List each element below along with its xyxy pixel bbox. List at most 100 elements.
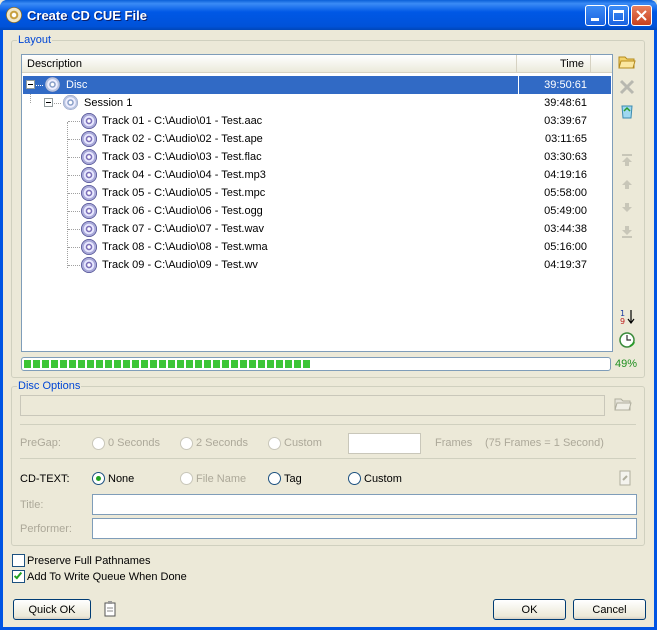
track-label: Track 09 - C:\Audio\09 - Test.wv [102, 259, 258, 271]
audio-track-icon [81, 149, 97, 165]
arrow-down-icon [622, 203, 632, 212]
maximize-button[interactable] [608, 5, 629, 26]
title-label: Title: [20, 499, 44, 511]
track-time: 04:19:16 [544, 169, 587, 181]
progress-percent: 49% [615, 358, 638, 370]
cdtext-none-radio[interactable] [92, 472, 105, 485]
disc-time: 39:50:61 [544, 79, 587, 91]
tree-row-disc[interactable]: Disc 39:50:61 [23, 76, 611, 94]
audio-track-icon [81, 113, 97, 129]
cdtext-filename-radio[interactable] [180, 472, 193, 485]
track-time: 03:44:38 [544, 223, 587, 235]
dialog-window: Create CD CUE File Layout Description Ti… [0, 0, 657, 630]
tree-row-track[interactable]: Track 01 - C:\Audio\01 - Test.aac 03:39:6… [23, 112, 611, 130]
track-time: 04:19:37 [544, 259, 587, 271]
title-input[interactable] [92, 494, 637, 515]
track-label: Track 08 - C:\Audio\08 - Test.wma [102, 241, 268, 253]
clock-refresh-icon [619, 332, 635, 348]
quick-ok-button[interactable]: Quick OK [13, 599, 91, 620]
disc-label: Disc [66, 79, 88, 91]
add-files-button[interactable] [618, 54, 638, 74]
title-bar[interactable]: Create CD CUE File [0, 0, 657, 30]
cdtext-tag-radio[interactable] [268, 472, 281, 485]
cancel-button[interactable]: Cancel [573, 599, 646, 620]
document-edit-icon [619, 470, 631, 486]
clipboard-button[interactable] [102, 600, 122, 620]
window-title: Create CD CUE File [27, 8, 147, 23]
performer-label: Performer: [20, 523, 72, 535]
cd-app-icon [6, 7, 22, 23]
disc-options-group-label: Disc Options [17, 380, 82, 392]
move-bottom-button[interactable] [618, 224, 638, 244]
track-label: Track 01 - C:\Audio\01 - Test.aac [102, 115, 263, 127]
session-icon [63, 95, 78, 110]
pregap-2-label: 2 Seconds [196, 437, 248, 449]
pregap-custom-radio[interactable] [268, 437, 281, 450]
folder-icon [614, 398, 632, 411]
session-label: Session 1 [84, 97, 133, 109]
tree-row-track[interactable]: Track 05 - C:\Audio\05 - Test.mpc 05:58:0… [23, 184, 611, 202]
move-top-button[interactable] [618, 152, 638, 172]
close-button[interactable] [631, 5, 652, 26]
move-down-button[interactable] [618, 200, 638, 220]
preserve-pathnames-checkbox[interactable] [12, 554, 25, 567]
track-time: 05:49:00 [544, 205, 587, 217]
track-label: Track 07 - C:\Audio\07 - Test.wav [102, 223, 265, 235]
move-up-button[interactable] [618, 176, 638, 196]
collapse-icon[interactable] [26, 80, 35, 89]
column-description[interactable]: Description [22, 55, 517, 73]
minimize-button[interactable] [585, 5, 606, 26]
tree-row-track[interactable]: Track 07 - C:\Audio\07 - Test.wav 03:44:3… [23, 220, 611, 238]
layout-tree[interactable]: Description Time Disc 39:50:61 Session 1… [21, 54, 613, 352]
ok-button[interactable]: OK [493, 599, 566, 620]
cue-path-field[interactable] [20, 395, 605, 416]
track-time: 05:58:00 [544, 187, 587, 199]
tree-row-track[interactable]: Track 08 - C:\Audio\08 - Test.wma 05:16:0… [23, 238, 611, 256]
arrow-up-icon [622, 180, 632, 189]
tree-row-session[interactable]: Session 1 39:48:61 [23, 94, 611, 112]
tree-row-track[interactable]: Track 03 - C:\Audio\03 - Test.flac 03:30:… [23, 148, 611, 166]
dialog-client: Layout Description Time Disc 39:50:61 Se [3, 30, 654, 627]
tree-row-track[interactable]: Track 02 - C:\Audio\02 - Test.ape 03:11:6… [23, 130, 611, 148]
tree-row-track[interactable]: Track 09 - C:\Audio\09 - Test.wv 04:19:37 [23, 256, 611, 274]
track-label: Track 06 - C:\Audio\06 - Test.ogg [102, 205, 263, 217]
track-label: Track 03 - C:\Audio\03 - Test.flac [102, 151, 262, 163]
column-time[interactable]: Time [518, 55, 591, 73]
track-label: Track 05 - C:\Audio\05 - Test.mpc [102, 187, 266, 199]
tree-row-track[interactable]: Track 06 - C:\Audio\06 - Test.ogg 05:49:0… [23, 202, 611, 220]
audio-track-icon [81, 131, 97, 147]
refresh-time-button[interactable] [618, 331, 638, 351]
arrow-bottom-icon [622, 226, 632, 238]
progress-fill [24, 360, 311, 368]
track-time: 03:11:65 [544, 133, 587, 145]
remove-button[interactable] [618, 78, 638, 98]
pregap-2-radio[interactable] [180, 437, 193, 450]
clear-button[interactable] [618, 102, 638, 122]
tree-row-track[interactable]: Track 04 - C:\Audio\04 - Test.mp3 04:19:1… [23, 166, 611, 184]
session-time: 39:48:61 [544, 97, 587, 109]
add-to-queue-checkbox[interactable] [12, 570, 25, 583]
preserve-pathnames-label: Preserve Full Pathnames [27, 555, 151, 567]
audio-track-icon [81, 257, 97, 273]
add-to-queue-label: Add To Write Queue When Done [27, 571, 187, 583]
track-label: Track 04 - C:\Audio\04 - Test.mp3 [102, 169, 266, 181]
sort-button[interactable]: 1 9 [618, 308, 638, 328]
browse-button[interactable] [614, 396, 634, 416]
collapse-icon[interactable] [44, 98, 53, 107]
arrow-top-icon [622, 154, 632, 166]
pregap-0-radio[interactable] [92, 437, 105, 450]
disc-icon [45, 77, 60, 92]
cdtext-edit-button[interactable] [617, 470, 637, 490]
audio-track-icon [81, 239, 97, 255]
audio-track-icon [81, 221, 97, 237]
open-folder-icon [618, 56, 636, 69]
svg-text:9: 9 [620, 317, 625, 326]
close-icon [636, 10, 647, 21]
layout-group-label: Layout [17, 34, 53, 46]
track-time: 05:16:00 [544, 241, 587, 253]
performer-input[interactable] [92, 518, 637, 539]
cdtext-custom-label: Custom [364, 473, 402, 485]
cdtext-custom-radio[interactable] [348, 472, 361, 485]
frames-label: Frames [435, 437, 473, 449]
frames-input[interactable] [348, 433, 421, 454]
